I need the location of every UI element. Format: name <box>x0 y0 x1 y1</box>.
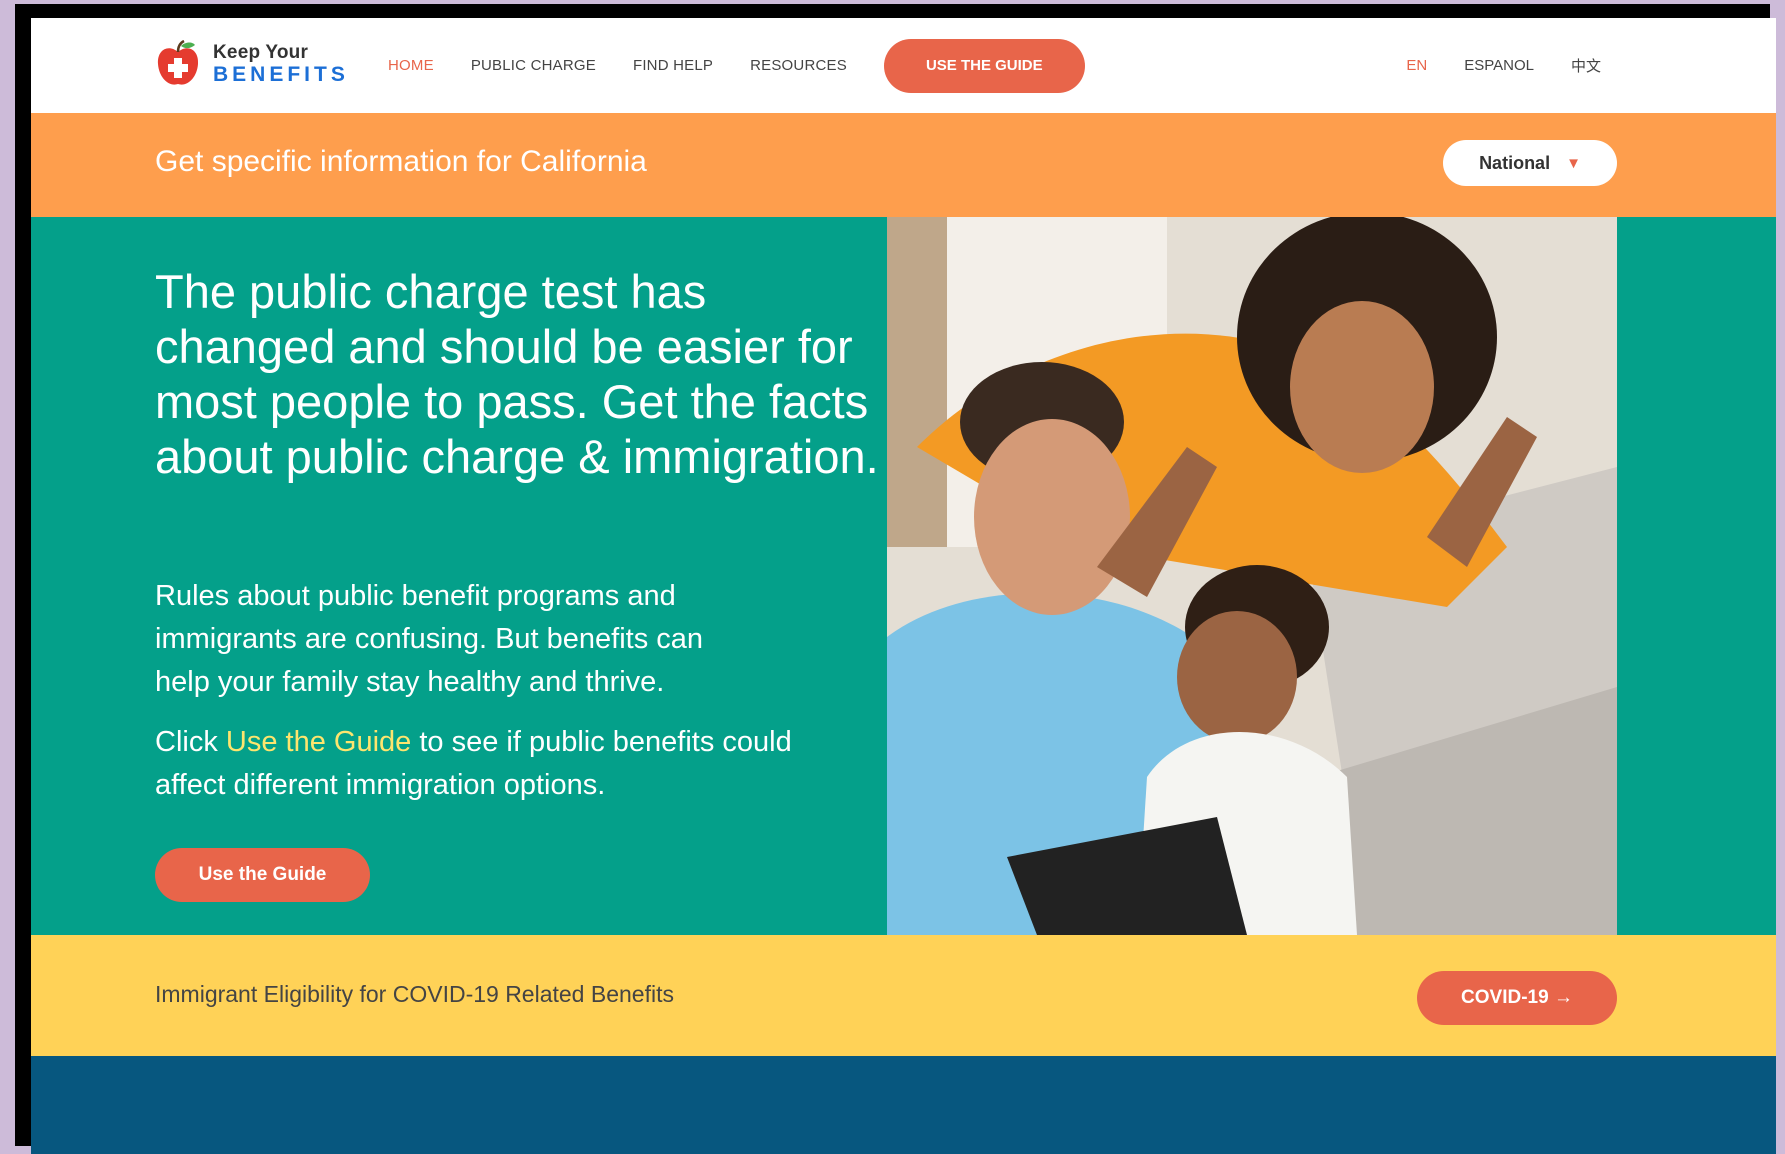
apple-cross-icon <box>155 39 201 88</box>
logo-line1: Keep Your <box>213 42 309 63</box>
site-header: Keep Your BENEFITS HOME PUBLIC CHARGE FI… <box>31 18 1776 113</box>
lang-chinese[interactable]: 中文 <box>1571 55 1601 76</box>
logo-line2: BENEFITS <box>213 63 349 86</box>
covid-19-button[interactable]: COVID-19 → <box>1417 971 1617 1025</box>
state-select[interactable]: National ▼ <box>1443 140 1617 186</box>
hero-p2-prefix: Click <box>155 726 226 758</box>
hero-paragraph-2: Click Use the Guide to see if public ben… <box>155 721 795 807</box>
state-select-value: National <box>1479 152 1551 173</box>
use-the-guide-nav-button[interactable]: USE THE GUIDE <box>883 38 1085 93</box>
nav-find-help[interactable]: FIND HELP <box>633 57 713 74</box>
hero-paragraph-1: Rules about public benefit programs and … <box>155 580 704 698</box>
state-bar: Get specific information for California … <box>31 113 1776 217</box>
covid-bar: Immigrant Eligibility for COVID-19 Relat… <box>31 935 1776 1056</box>
browser-frame: Keep Your BENEFITS HOME PUBLIC CHARGE FI… <box>15 4 1776 1154</box>
nav-public-charge[interactable]: PUBLIC CHARGE <box>471 57 596 74</box>
language-switcher: EN ESPANOL 中文 <box>1369 18 1601 113</box>
lang-espanol[interactable]: ESPANOL <box>1464 57 1534 74</box>
footer-band <box>31 1056 1776 1154</box>
covid-bar-text: Immigrant Eligibility for COVID-19 Relat… <box>155 981 674 1007</box>
use-the-guide-button[interactable]: Use the Guide <box>155 848 370 902</box>
main-nav: HOME PUBLIC CHARGE FIND HELP RESOURCES U… <box>388 18 1085 113</box>
use-the-guide-link[interactable]: Use the Guide <box>226 726 411 758</box>
lang-en[interactable]: EN <box>1406 57 1427 74</box>
page: Keep Your BENEFITS HOME PUBLIC CHARGE FI… <box>31 18 1776 1154</box>
state-bar-text: Get specific information for California <box>155 145 647 178</box>
nav-resources[interactable]: RESOURCES <box>750 57 847 74</box>
hero-title: The public charge test has changed and s… <box>155 265 879 483</box>
nav-home[interactable]: HOME <box>388 57 434 74</box>
caret-down-icon: ▼ <box>1566 154 1581 172</box>
hero-family-photo <box>887 217 1617 935</box>
site-logo[interactable]: Keep Your BENEFITS <box>155 39 349 88</box>
hero-section: The public charge test has changed and s… <box>31 217 1776 935</box>
